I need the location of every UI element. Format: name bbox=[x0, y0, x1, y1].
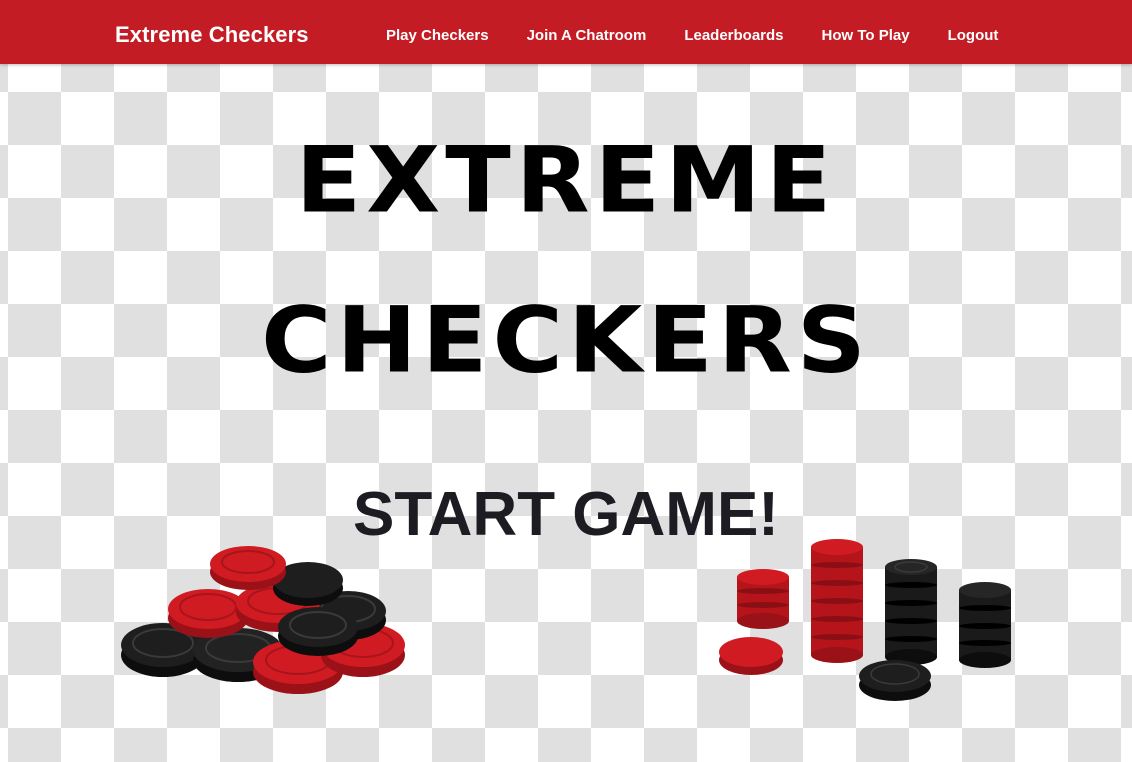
nav-play-checkers[interactable]: Play Checkers bbox=[386, 26, 489, 46]
checker-stacks-image bbox=[719, 539, 1011, 701]
red-checker-stack bbox=[737, 569, 789, 629]
hero-title: EXTREME CHECKERS bbox=[0, 100, 1132, 420]
black-checker-stack bbox=[885, 559, 937, 665]
nav-leaderboards[interactable]: Leaderboards bbox=[684, 26, 783, 46]
nav-how-to-play[interactable]: How To Play bbox=[822, 26, 910, 46]
red-checker-stack bbox=[811, 539, 863, 663]
hero-title-line-2: CHECKERS bbox=[261, 286, 871, 394]
nav-join-chatroom[interactable]: Join A Chatroom bbox=[527, 26, 647, 46]
brand-link[interactable]: Extreme Checkers bbox=[115, 21, 309, 49]
nav-links: Play Checkers Join A Chatroom Leaderboar… bbox=[386, 26, 1036, 46]
red-checker bbox=[210, 546, 286, 590]
checker-pile-image bbox=[121, 546, 405, 694]
black-checker bbox=[859, 660, 931, 701]
nav-logout[interactable]: Logout bbox=[948, 26, 999, 46]
black-checker-stack bbox=[959, 582, 1011, 668]
top-navbar: Extreme Checkers Play Checkers Join A Ch… bbox=[0, 0, 1132, 64]
hero-title-line-1: EXTREME bbox=[295, 126, 837, 234]
black-checker bbox=[278, 607, 358, 656]
red-checker bbox=[168, 589, 248, 638]
red-checker bbox=[719, 637, 783, 675]
